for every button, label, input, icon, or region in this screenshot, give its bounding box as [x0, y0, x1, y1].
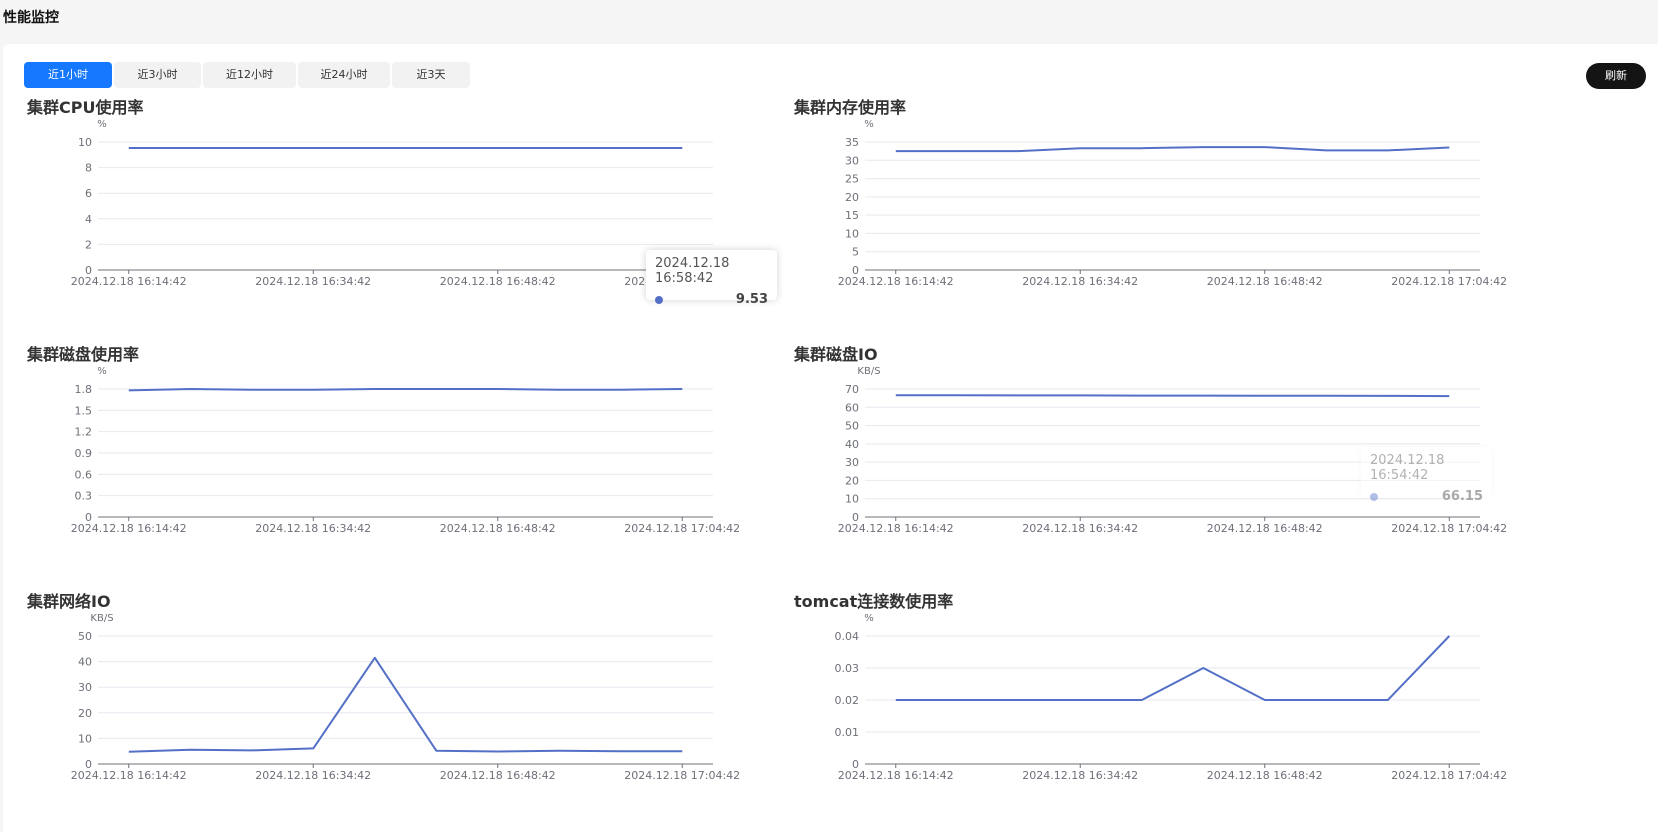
x-tick-label: 2024.12.18 16:14:42 [71, 522, 187, 535]
y-tick-label: 20 [845, 191, 859, 204]
y-tick-label: 10 [845, 227, 859, 240]
series-line [128, 656, 683, 753]
x-tick-label: 2024.12.18 16:34:42 [255, 522, 371, 535]
x-tick-label: 2024.12.18 16:14:42 [838, 522, 954, 535]
y-tick-label: 25 [845, 173, 859, 186]
x-tick-label: 2024.12.18 16:14:42 [71, 275, 187, 288]
tooltip-row: 9.53 [655, 292, 768, 307]
tooltip-value: 9.53 [735, 292, 768, 307]
y-tick-label: 4 [85, 213, 92, 226]
y-axis-unit-label: % [97, 119, 107, 130]
y-tick-label: 40 [78, 656, 92, 669]
y-tick-label: 40 [845, 438, 859, 451]
y-tick-label: 0.9 [75, 447, 93, 460]
chart-plot-group: KB/S010203040502024.12.18 16:14:42 2024.1… [71, 613, 740, 782]
y-tick-label: 35 [845, 136, 859, 149]
network-io-chart: KB/S010203040502024.12.18 16:14:42 2024.1… [71, 613, 740, 782]
tooltip-row: 66.15 [1370, 489, 1483, 504]
y-tick-label: 10 [845, 493, 859, 506]
chart-plot-group: %051015202530352024.12.18 16:14:42 2024.1… [838, 119, 1507, 288]
x-tick-label: 2024.12.18 16:34:42 [1022, 769, 1138, 782]
x-tick-label: 2024.12.18 17:04:42 [624, 522, 740, 535]
y-tick-label: 20 [78, 707, 92, 720]
series-line [128, 388, 683, 392]
chart-plot-group: %00.30.60.91.21.51.82024.12.18 16:14:42 2… [71, 366, 740, 535]
y-tick-label: 70 [845, 383, 859, 396]
series-dot-icon [655, 295, 663, 304]
y-tick-label: 1.5 [75, 404, 93, 417]
page-header: 性能监控 [0, 0, 1658, 44]
y-tick-label: 6 [85, 187, 92, 200]
x-tick-label: 2024.12.18 16:48:42 [1207, 522, 1323, 535]
tab-3h[interactable]: 近3小时 [114, 62, 201, 88]
y-tick-label: 15 [845, 209, 859, 222]
x-tick-label: 2024.12.18 17:04:42 [1391, 769, 1507, 782]
x-tick-label: 2024.12.18 16:34:42 [255, 769, 371, 782]
x-tick-label: 2024.12.18 17:04:42 [624, 769, 740, 782]
x-tick-label: 2024.12.18 16:48:42 [1207, 275, 1323, 288]
y-tick-label: 50 [845, 420, 859, 433]
y-axis-unit-label: % [864, 613, 874, 624]
x-tick-label: 2024.12.18 16:48:42 [440, 769, 556, 782]
y-tick-label: 1.2 [75, 426, 93, 439]
y-tick-label: 2 [85, 238, 92, 251]
y-axis-unit-label: KB/S [857, 366, 880, 377]
x-tick-label: 2024.12.18 17:04:42 [1391, 522, 1507, 535]
y-tick-label: 0.03 [835, 662, 860, 675]
memory-usage-chart: %051015202530352024.12.18 16:14:42 2024.1… [838, 119, 1507, 288]
y-tick-label: 0.02 [835, 694, 860, 707]
series-dot-icon [1370, 492, 1378, 501]
y-tick-label: 60 [845, 401, 859, 414]
x-tick-label: 2024.12.18 16:48:42 [1207, 769, 1323, 782]
disk-usage-chart: %00.30.60.91.21.51.82024.12.18 16:14:42 2… [71, 366, 740, 535]
tab-1h[interactable]: 近1小时 [24, 62, 112, 88]
y-tick-label: 10 [78, 732, 92, 745]
refresh-button[interactable]: 刷新 [1586, 63, 1646, 89]
tooltip-time: 2024.12.18 16:58:42 [655, 256, 730, 286]
x-tick-label: 2024.12.18 16:14:42 [71, 769, 187, 782]
y-tick-label: 0.01 [835, 726, 860, 739]
y-tick-label: 10 [78, 136, 92, 149]
y-tick-label: 8 [85, 162, 92, 175]
x-tick-label: 2024.12.18 16:34:42 [1022, 522, 1138, 535]
chart-plot-group: %00.010.020.030.042024.12.18 16:14:42 202… [835, 613, 1508, 782]
y-tick-label: 0.6 [75, 468, 93, 481]
x-tick-label: 2024.12.18 16:34:42 [255, 275, 371, 288]
series-line [895, 146, 1450, 153]
tab-12h[interactable]: 近12小时 [203, 62, 296, 88]
cpu-tooltip: 2024.12.18 16:58:42 9.53 [646, 250, 777, 307]
y-axis-unit-label: KB/S [90, 613, 113, 624]
y-tick-label: 30 [845, 456, 859, 469]
x-tick-label: 2024.12.18 16:14:42 [838, 275, 954, 288]
y-axis-unit-label: % [864, 119, 874, 130]
y-tick-label: 30 [78, 681, 92, 694]
tooltip-value: 66.15 [1441, 489, 1483, 504]
chart-plot-group: %02468102024.12.18 16:14:42 2024.12.18 16… [71, 119, 740, 288]
y-tick-label: 0.3 [75, 490, 93, 503]
x-tick-label: 2024.12.18 16:48:42 [440, 275, 556, 288]
tab-24h[interactable]: 近24小时 [298, 62, 390, 88]
tab-3d[interactable]: 近3天 [392, 62, 470, 88]
tooltip-time: 2024.12.18 16:54:42 [1370, 453, 1445, 483]
disk-io-tooltip: 2024.12.18 16:54:42 66.15 [1361, 447, 1492, 504]
page-title: 性能监控 [3, 10, 59, 26]
y-tick-label: 0.04 [835, 630, 860, 643]
y-tick-label: 20 [845, 474, 859, 487]
y-axis-unit-label: % [97, 366, 107, 377]
time-range-tabs: 近1小时 近3小时 近12小时 近24小时 近3天 [24, 62, 472, 88]
y-tick-label: 5 [852, 246, 859, 259]
y-tick-label: 30 [845, 154, 859, 167]
tomcat-usage-chart: %00.010.020.030.042024.12.18 16:14:42 202… [835, 613, 1508, 782]
x-tick-label: 2024.12.18 16:48:42 [440, 522, 556, 535]
x-tick-label: 2024.12.18 16:14:42 [838, 769, 954, 782]
y-tick-label: 1.8 [75, 383, 93, 396]
x-tick-label: 2024.12.18 17:04:42 [1391, 275, 1507, 288]
x-tick-label: 2024.12.18 16:34:42 [1022, 275, 1138, 288]
series-line [895, 394, 1450, 398]
y-tick-label: 50 [78, 630, 92, 643]
